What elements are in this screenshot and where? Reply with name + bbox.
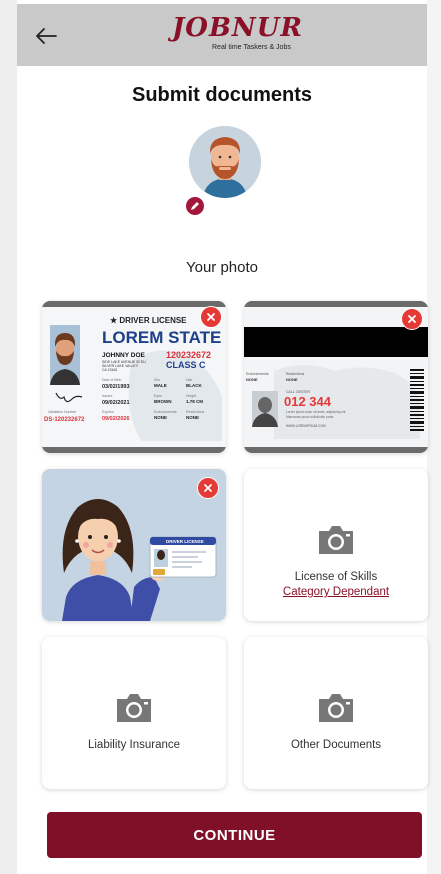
license-name: JOHNNY DOE xyxy=(102,352,146,359)
hair-value: BLACK xyxy=(186,383,202,388)
remove-license-back-button[interactable] xyxy=(401,308,423,330)
category-dependant-link[interactable]: Category Dependant xyxy=(244,586,428,598)
issued-value: 09/02/2021 xyxy=(102,400,130,406)
photo-label: Your photo xyxy=(185,259,258,276)
back-restrict-label: Restrictions xyxy=(286,372,305,376)
hair-label: Hair xyxy=(186,378,193,382)
restrict-value: NONE xyxy=(186,415,199,420)
expires-label: Expires xyxy=(102,410,114,414)
validation-label: Validation Number xyxy=(48,410,77,414)
selfie-card-text: DRIVER LICENSE xyxy=(166,539,204,544)
issued-label: Issued xyxy=(102,394,112,398)
restrict-label: Restrictions xyxy=(186,410,205,414)
license-back-card[interactable]: Endorsements NONE Restrictions NONE CALL… xyxy=(244,301,428,453)
back-fine-1: Lorem ipsum dolor sit amet, adipiscing e… xyxy=(286,410,346,414)
selfie-with-license-card[interactable]: DRIVER LICENSE xyxy=(42,469,226,621)
liability-insurance-card[interactable]: Liability Insurance xyxy=(42,637,226,789)
close-icon xyxy=(204,484,212,492)
app-logo: JOBNUR Real time Taskers & Jobs xyxy=(172,11,302,61)
height-label: Height xyxy=(186,394,196,398)
license-class: CLASS C xyxy=(166,360,206,370)
camera-icon xyxy=(319,694,353,722)
camera-icon xyxy=(319,526,353,554)
right-gutter xyxy=(427,0,441,874)
other-documents-label: Other Documents xyxy=(290,739,382,751)
dob-label: Date of Birth xyxy=(102,378,122,382)
logo-wordmark: JOBNUR xyxy=(172,13,303,43)
back-restrict-value: NONE xyxy=(286,377,298,382)
app-screen: JOBNUR Real time Taskers & Jobs Submit d… xyxy=(17,0,428,874)
back-button[interactable] xyxy=(31,21,61,51)
close-icon xyxy=(408,315,416,323)
camera-icon xyxy=(117,694,151,722)
continue-button[interactable]: CONTINUE xyxy=(47,812,422,858)
remove-selfie-button[interactable] xyxy=(197,477,219,499)
close-icon xyxy=(207,313,215,321)
back-fine-2: Maecenas purus sollicitudin porta. xyxy=(286,415,334,419)
sex-value: MALE xyxy=(154,383,167,388)
left-gutter xyxy=(0,0,17,874)
license-address-3: CA 23162 xyxy=(102,368,117,372)
license-front-image: ★ DRIVER LICENSE LOREM STATE JOHNNY DOE … xyxy=(42,301,226,453)
license-heading: ★ DRIVER LICENSE xyxy=(110,316,187,325)
arrow-left-icon xyxy=(36,28,57,44)
eyes-label: Eyes xyxy=(154,394,162,398)
other-documents-card[interactable]: Other Documents xyxy=(244,637,428,789)
profile-photo[interactable] xyxy=(189,126,261,198)
license-state: LOREM STATE xyxy=(102,328,221,347)
height-value: 1.78 CM xyxy=(186,399,203,404)
back-endorse-value: NONE xyxy=(246,377,258,382)
validation-number: DS-120232672 xyxy=(44,417,85,423)
eyes-value: BROWN xyxy=(154,399,172,404)
expires-value: 09/02/2026 xyxy=(102,416,130,422)
pencil-icon xyxy=(191,202,199,210)
license-of-skills-card[interactable]: License of Skills Category Dependant xyxy=(244,469,428,621)
page-title: Submit documents xyxy=(131,84,312,106)
barcode xyxy=(410,369,424,431)
back-number: 012 344 xyxy=(284,394,332,409)
edit-photo-button[interactable] xyxy=(186,197,204,215)
top-bar: JOBNUR Real time Taskers & Jobs xyxy=(17,4,427,66)
back-endorse-label: Endorsements xyxy=(246,372,269,376)
license-back-image: Endorsements NONE Restrictions NONE CALL… xyxy=(244,301,428,453)
sex-label: Sex xyxy=(154,378,160,382)
skills-label: License of Skills xyxy=(294,571,378,583)
back-website: WWW.LOREMIPSUM.COM xyxy=(286,424,326,428)
man-avatar-illustration xyxy=(189,126,261,198)
insurance-label: Liability Insurance xyxy=(87,739,181,751)
license-number: 120232672 xyxy=(166,350,211,360)
license-front-card[interactable]: ★ DRIVER LICENSE LOREM STATE JOHNNY DOE … xyxy=(42,301,226,453)
dob-value: 03/02/1993 xyxy=(102,384,130,390)
logo-tagline: Real time Taskers & Jobs xyxy=(212,44,291,51)
endorse-label: Endorsements xyxy=(154,410,177,414)
remove-license-front-button[interactable] xyxy=(200,306,222,328)
endorse-value: NONE xyxy=(154,415,167,420)
